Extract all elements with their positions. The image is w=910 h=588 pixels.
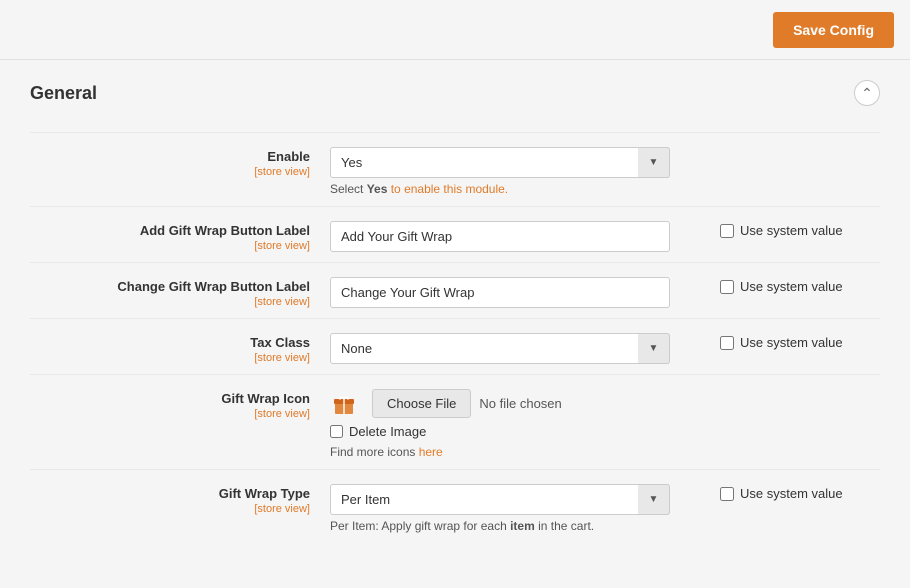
delete-image-row: Delete Image — [330, 424, 700, 439]
delete-image-checkbox[interactable] — [330, 425, 343, 438]
gift-wrap-type-select-wrapper: Per Item Per Order ▼ — [330, 484, 670, 515]
add-gift-wrap-label: Add Gift Wrap Button Label — [140, 223, 310, 238]
change-gift-wrap-system-checkbox[interactable] — [720, 280, 734, 294]
gift-wrap-type-system-label[interactable]: Use system value — [720, 486, 843, 501]
gift-wrap-type-help-after: in the cart. — [535, 519, 594, 533]
add-gift-wrap-system-label[interactable]: Use system value — [720, 223, 843, 238]
enable-row: Enable [store view] Yes No ▼ Select Yes … — [30, 132, 880, 206]
add-gift-wrap-label-col: Add Gift Wrap Button Label [store view] — [30, 217, 330, 252]
change-gift-wrap-input-col — [330, 273, 700, 308]
gift-wrap-type-label-col: Gift Wrap Type [store view] — [30, 480, 330, 515]
gift-wrap-icon-row: Gift Wrap Icon [store view] Choose File … — [30, 374, 880, 469]
gift-wrap-icon-store-view: [store view] — [30, 408, 310, 420]
add-gift-wrap-input-col — [330, 217, 700, 252]
delete-image-label[interactable]: Delete Image — [349, 424, 426, 439]
enable-help-link[interactable]: to enable this module. — [387, 182, 508, 196]
add-gift-wrap-system-checkbox[interactable] — [720, 224, 734, 238]
add-gift-wrap-store-view: [store view] — [30, 240, 310, 252]
change-gift-wrap-label-col: Change Gift Wrap Button Label [store vie… — [30, 273, 330, 308]
enable-input-col: Yes No ▼ Select Yes to enable this modul… — [330, 143, 700, 196]
gift-wrap-type-help: Per Item: Apply gift wrap for each item … — [330, 519, 700, 533]
change-gift-wrap-input[interactable] — [330, 277, 670, 308]
gift-wrap-type-label: Gift Wrap Type — [219, 486, 310, 501]
gift-box-icon — [330, 390, 358, 418]
enable-system-value-col — [700, 143, 880, 149]
gift-wrap-icon-label-col: Gift Wrap Icon [store view] — [30, 385, 330, 420]
gift-wrap-type-system-checkbox[interactable] — [720, 487, 734, 501]
tax-class-system-label[interactable]: Use system value — [720, 335, 843, 350]
enable-select[interactable]: Yes No — [330, 147, 670, 178]
gift-wrap-type-system-col: Use system value — [700, 480, 880, 501]
tax-class-row: Tax Class [store view] None Taxable Good… — [30, 318, 880, 374]
section-header: General ⌃ — [30, 80, 880, 112]
collapse-icon[interactable]: ⌃ — [854, 80, 880, 106]
file-input-wrapper: Choose File No file chosen — [330, 389, 700, 418]
save-config-button[interactable]: Save Config — [773, 12, 894, 48]
enable-select-wrapper: Yes No ▼ — [330, 147, 670, 178]
tax-class-label-col: Tax Class [store view] — [30, 329, 330, 364]
tax-class-store-view: [store view] — [30, 352, 310, 364]
choose-file-button[interactable]: Choose File — [372, 389, 471, 418]
change-gift-wrap-system-col: Use system value — [700, 273, 880, 294]
enable-help: Select Yes to enable this module. — [330, 182, 700, 196]
find-icons-prefix: Find more icons — [330, 445, 419, 459]
gift-wrap-icon-label: Gift Wrap Icon — [221, 391, 310, 406]
add-gift-wrap-row: Add Gift Wrap Button Label [store view] … — [30, 206, 880, 262]
enable-label: Enable — [267, 149, 310, 164]
tax-class-input-col: None Taxable Goods ▼ — [330, 329, 700, 364]
enable-help-prefix: Select — [330, 182, 367, 196]
add-gift-wrap-input[interactable] — [330, 221, 670, 252]
gift-wrap-type-row: Gift Wrap Type [store view] Per Item Per… — [30, 469, 880, 543]
tax-class-select[interactable]: None Taxable Goods — [330, 333, 670, 364]
change-gift-wrap-store-view: [store view] — [30, 296, 310, 308]
gift-wrap-icon-system-col — [700, 385, 880, 391]
change-gift-wrap-row: Change Gift Wrap Button Label [store vie… — [30, 262, 880, 318]
find-icons-text: Find more icons here — [330, 445, 700, 459]
gift-wrap-type-select[interactable]: Per Item Per Order — [330, 484, 670, 515]
change-gift-wrap-system-text: Use system value — [740, 279, 843, 294]
gift-wrap-icon-input-col: Choose File No file chosen Delete Image … — [330, 385, 700, 459]
main-content: General ⌃ Enable [store view] Yes No ▼ S… — [0, 60, 910, 563]
tax-class-label: Tax Class — [250, 335, 310, 350]
change-gift-wrap-system-label[interactable]: Use system value — [720, 279, 843, 294]
add-gift-wrap-system-col: Use system value — [700, 217, 880, 238]
add-gift-wrap-system-text: Use system value — [740, 223, 843, 238]
enable-help-bold: Yes — [367, 182, 388, 196]
enable-store-view: [store view] — [30, 166, 310, 178]
tax-class-select-wrapper: None Taxable Goods ▼ — [330, 333, 670, 364]
gift-wrap-type-help-bold: item — [510, 519, 535, 533]
gift-wrap-type-input-col: Per Item Per Order ▼ Per Item: Apply gif… — [330, 480, 700, 533]
tax-class-system-text: Use system value — [740, 335, 843, 350]
enable-label-col: Enable [store view] — [30, 143, 330, 178]
section-title: General — [30, 83, 97, 104]
gift-wrap-type-help-prefix: Per Item: Apply gift wrap for each — [330, 519, 510, 533]
tax-class-system-checkbox[interactable] — [720, 336, 734, 350]
no-file-text: No file chosen — [479, 396, 561, 411]
tax-class-system-col: Use system value — [700, 329, 880, 350]
change-gift-wrap-label: Change Gift Wrap Button Label — [117, 279, 310, 294]
find-icons-link[interactable]: here — [419, 445, 443, 459]
gift-wrap-type-store-view: [store view] — [30, 503, 310, 515]
top-bar: Save Config — [0, 0, 910, 60]
gift-wrap-type-system-text: Use system value — [740, 486, 843, 501]
